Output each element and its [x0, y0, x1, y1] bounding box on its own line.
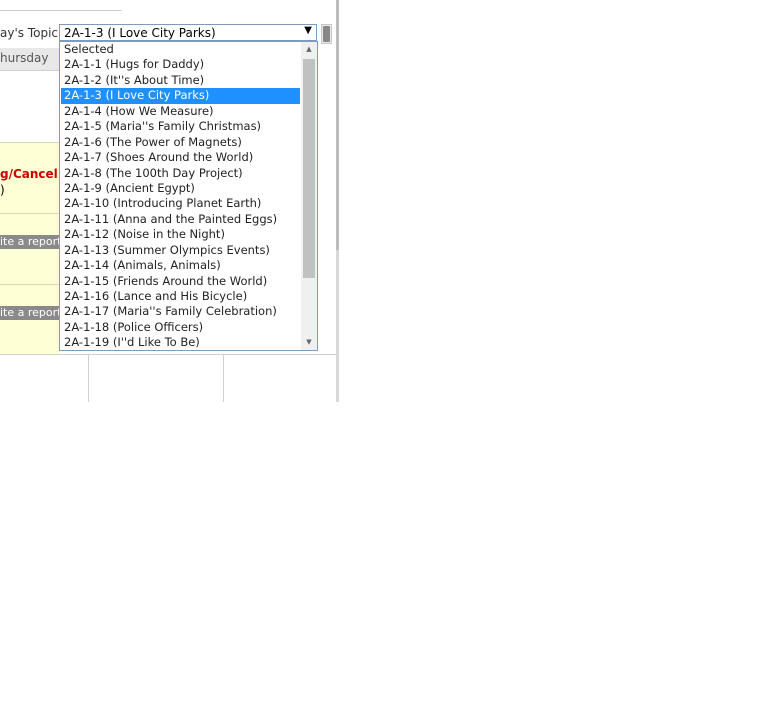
write-report-button[interactable]: ite a report — [0, 235, 59, 249]
dropdown-option[interactable]: 2A-1-14 (Animals, Animals) — [61, 258, 300, 273]
dropdown-option[interactable]: 2A-1-5 (Maria''s Family Christmas) — [61, 119, 300, 134]
option-list: Selected 2A-1-1 (Hugs for Daddy) 2A-1-2 (I… — [61, 42, 300, 350]
topic-label: ay's Topic — [0, 26, 59, 40]
dropdown-option[interactable]: 2A-1-4 (How We Measure) — [61, 104, 300, 119]
dropdown-option[interactable]: 2A-1-13 (Summer Olympics Events) — [61, 243, 300, 258]
dropdown-option[interactable]: 2A-1-17 (Maria''s Family Celebration) — [61, 304, 300, 319]
dropdown-option[interactable]: 2A-1-12 (Noise in the Night) — [61, 227, 300, 242]
dropdown-option[interactable]: Selected — [61, 42, 300, 57]
page-scrollbar-thumb[interactable] — [336, 0, 339, 250]
scrollbar-thumb[interactable] — [323, 26, 330, 42]
cell-divider — [88, 355, 89, 402]
topic-select[interactable]: 2A-1-3 (I Love City Parks) ▼ — [59, 24, 317, 41]
day-header-thursday: hursday — [0, 48, 59, 71]
scroll-up-arrow-icon[interactable]: ▲ — [301, 42, 317, 57]
dropdown-scrollbar[interactable]: ▲ ▼ — [301, 42, 317, 350]
cell-divider — [223, 355, 224, 402]
topic-select-value: 2A-1-3 (I Love City Parks) — [64, 26, 216, 40]
dropdown-option[interactable]: 2A-1-16 (Lance and His Bicycle) — [61, 289, 300, 304]
dropdown-option[interactable]: 2A-1-11 (Anna and the Painted Eggs) — [61, 212, 300, 227]
scroll-down-arrow-icon[interactable]: ▼ — [301, 335, 317, 350]
dropdown-option[interactable]: 2A-1-9 (Ancient Egypt) — [61, 181, 300, 196]
calendar-row — [0, 354, 336, 402]
dropdown-option[interactable]: 2A-1-3 (I Love City Parks) — [61, 88, 300, 104]
divider — [0, 10, 122, 11]
topic-dropdown-list[interactable]: Selected 2A-1-1 (Hugs for Daddy) 2A-1-2 (I… — [59, 41, 318, 351]
dropdown-option[interactable]: 2A-1-8 (The 100th Day Project) — [61, 166, 300, 181]
calendar-cell: ite a report — [0, 213, 59, 285]
dropdown-option[interactable]: 2A-1-10 (Introducing Planet Earth) — [61, 196, 300, 211]
calendar-cell: ite a report — [0, 284, 59, 355]
dropdown-option[interactable]: 2A-1-2 (It''s About Time) — [61, 73, 300, 88]
dropdown-scrollbar-thumb[interactable] — [303, 59, 315, 278]
cell-note: ) — [0, 183, 5, 197]
dropdown-option[interactable]: 2A-1-18 (Police Officers) — [61, 320, 300, 335]
dropdown-option[interactable]: 2A-1-15 (Friends Around the World) — [61, 274, 300, 289]
calendar-cell: g/Cancel ) — [0, 142, 59, 214]
scrollbar[interactable] — [321, 24, 332, 44]
dropdown-option[interactable]: 2A-1-6 (The Power of Magnets) — [61, 135, 300, 150]
day-header-label: hursday — [0, 51, 49, 65]
cancel-link[interactable]: g/Cancel — [0, 167, 58, 181]
chevron-down-icon[interactable]: ▼ — [304, 25, 312, 36]
dropdown-option[interactable]: 2A-1-1 (Hugs for Daddy) — [61, 57, 300, 72]
dropdown-option[interactable]: 2A-1-19 (I''d Like To Be) — [61, 335, 300, 350]
write-report-button[interactable]: ite a report — [0, 306, 59, 320]
page-scrollbar[interactable] — [336, 0, 339, 402]
dropdown-option[interactable]: 2A-1-7 (Shoes Around the World) — [61, 150, 300, 165]
page-fragment: ay's Topic 2A-1-3 (I Love City Parks) ▼ … — [0, 0, 336, 402]
